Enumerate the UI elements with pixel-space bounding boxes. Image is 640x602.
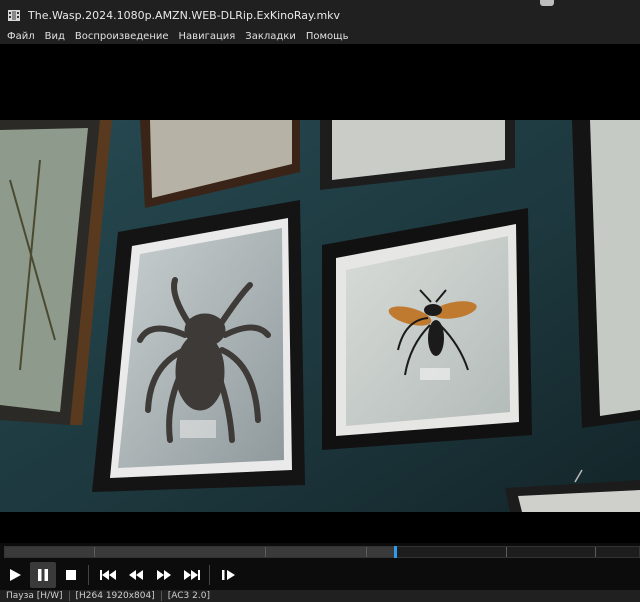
- seek-progress: [5, 547, 395, 557]
- title-bar: The.Wasp.2024.1080p.AMZN.WEB-DLRip.ExKin…: [0, 0, 640, 30]
- chapter-marker: [505, 547, 507, 557]
- seek-track[interactable]: [4, 546, 640, 558]
- video-area[interactable]: [0, 44, 640, 543]
- stop-icon: [66, 569, 76, 580]
- titlebar-tab: [540, 0, 554, 6]
- play-button[interactable]: [2, 562, 28, 588]
- chapter-marker: [264, 547, 266, 557]
- menu-view[interactable]: Вид: [40, 30, 70, 44]
- frame-step-button[interactable]: [216, 562, 242, 588]
- menu-play[interactable]: Воспроизведение: [70, 30, 174, 44]
- menu-favorites[interactable]: Закладки: [240, 30, 301, 44]
- pause-button[interactable]: [30, 561, 56, 588]
- seekbar[interactable]: [0, 543, 640, 559]
- status-bar: Пауза [H/W] [H264 1920x804] [AC3 2.0]: [0, 590, 640, 602]
- playback-state: Пауза [H/W]: [6, 591, 63, 601]
- playback-controls: [0, 559, 640, 590]
- fast-forward-icon: [157, 569, 171, 580]
- skip-previous-icon: [100, 569, 116, 580]
- next-button[interactable]: [179, 562, 205, 588]
- fast-forward-button[interactable]: [151, 562, 177, 588]
- chapter-marker: [594, 547, 596, 557]
- menu-file[interactable]: Файл: [2, 30, 40, 44]
- film-app-icon: [8, 10, 20, 21]
- window-title: The.Wasp.2024.1080p.AMZN.WEB-DLRip.ExKin…: [28, 8, 341, 22]
- rewind-button[interactable]: [123, 562, 149, 588]
- rewind-icon: [129, 569, 143, 580]
- frame-step-icon: [222, 569, 235, 580]
- control-separator: [209, 564, 210, 585]
- video-info: [H264 1920x804]: [75, 591, 155, 601]
- menu-bar: Файл Вид Воспроизведение Навигация Закла…: [0, 30, 640, 44]
- control-separator: [88, 564, 89, 585]
- menu-navigate[interactable]: Навигация: [174, 30, 241, 44]
- skip-next-icon: [184, 569, 200, 580]
- chapter-marker: [93, 547, 95, 557]
- seek-thumb[interactable]: [393, 546, 397, 558]
- play-icon: [10, 568, 21, 581]
- stop-button[interactable]: [58, 562, 84, 588]
- previous-button[interactable]: [95, 562, 121, 588]
- chapter-marker: [366, 547, 368, 557]
- pause-icon: [38, 568, 48, 581]
- menu-help[interactable]: Помощь: [301, 30, 354, 44]
- audio-info: [AC3 2.0]: [167, 591, 210, 601]
- video-frame: [0, 120, 640, 512]
